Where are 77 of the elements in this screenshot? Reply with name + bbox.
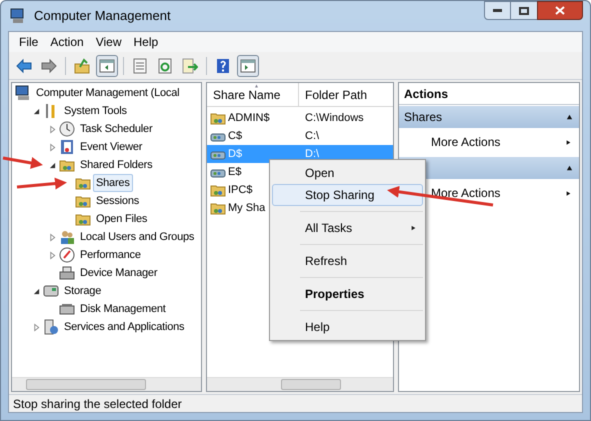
- folder-up-icon: [74, 58, 90, 74]
- pane-title: Actions: [399, 83, 579, 105]
- export-icon: [182, 58, 198, 74]
- table-cell-text: My Sha: [228, 200, 266, 216]
- column-header[interactable]: Share Name: [207, 83, 299, 106]
- services-icon: [43, 319, 59, 335]
- tree-item[interactable]: Task Scheduler: [77, 120, 156, 138]
- forward-arrow-icon: [41, 58, 57, 74]
- table-cell-text: C:\Windows: [305, 110, 364, 126]
- tree-item[interactable]: Device Manager: [77, 264, 160, 282]
- device-icon: [59, 265, 75, 281]
- collapse-icon: [565, 114, 574, 120]
- section-header[interactable]: Shares: [399, 106, 579, 128]
- menu-item[interactable]: Action: [44, 33, 90, 51]
- minimize-button[interactable]: [484, 1, 511, 20]
- tree-item[interactable]: System Tools: [61, 102, 130, 120]
- toolbar-button[interactable]: [96, 54, 118, 76]
- table-cell-text: E$: [228, 164, 242, 180]
- refresh-icon: [157, 58, 173, 74]
- menu-item[interactable]: View: [90, 33, 128, 51]
- tree-item[interactable]: Sessions: [93, 192, 142, 210]
- column-header[interactable]: Folder Path: [299, 83, 393, 106]
- back-arrow-icon: [16, 58, 32, 74]
- toolbar-button[interactable]: [237, 54, 259, 76]
- tree-item[interactable]: Local Users and Groups: [77, 228, 198, 246]
- menu-item[interactable]: Refresh: [272, 250, 423, 272]
- submenu-arrow-icon: [566, 188, 571, 198]
- tree-item[interactable]: Services and Applications: [61, 318, 188, 336]
- window-title: Computer Management: [34, 7, 171, 26]
- gauge-icon: [59, 247, 75, 263]
- maximize-icon: [519, 6, 529, 14]
- maximize-button[interactable]: [511, 1, 537, 20]
- table-cell-text: C:\: [305, 128, 320, 144]
- computer-icon: [10, 8, 26, 24]
- collapse-icon: [565, 165, 574, 171]
- menu-item[interactable]: Stop Sharing: [272, 184, 423, 206]
- help-icon: [215, 58, 231, 74]
- action-link[interactable]: More Actions: [399, 128, 579, 156]
- storage-icon: [43, 283, 59, 299]
- close-icon: [555, 6, 565, 15]
- annotation-arrow: [2, 156, 43, 169]
- menu-item[interactable]: Help: [272, 316, 423, 338]
- menu-item[interactable]: Open: [272, 162, 423, 184]
- horizontal-scrollbar[interactable]: [12, 377, 201, 391]
- table-cell-text: D:\: [305, 146, 320, 162]
- menu-item[interactable]: File: [13, 33, 44, 51]
- disk-icon: [59, 301, 75, 317]
- close-button[interactable]: [537, 1, 583, 20]
- tree-item[interactable]: Computer Management (Local: [33, 84, 182, 102]
- annotation-arrow: [16, 178, 67, 190]
- menu-item[interactable]: Properties: [272, 283, 423, 305]
- sort-icon: [253, 84, 260, 88]
- table-cell-text: IPC$: [228, 182, 252, 198]
- menu-item[interactable]: All Tasks: [272, 217, 423, 239]
- horizontal-scrollbar[interactable]: [207, 377, 393, 391]
- table-cell-text: C$: [228, 128, 242, 144]
- submenu-arrow-icon: [566, 138, 571, 146]
- minimize-icon: [493, 9, 502, 12]
- tree-item[interactable]: Performance: [77, 246, 144, 264]
- tree-item[interactable]: Shares: [93, 174, 133, 192]
- pane-toggle-icon: [240, 58, 256, 74]
- pane-toggle-icon: [99, 58, 115, 74]
- status-bar: Stop sharing the selected folder: [9, 394, 582, 412]
- tree-item[interactable]: Storage: [61, 282, 104, 300]
- log-icon: [59, 139, 75, 155]
- properties-icon: [132, 58, 148, 74]
- submenu-arrow-icon: [411, 224, 416, 232]
- tree-item[interactable]: Shared Folders: [77, 156, 156, 174]
- tree-item[interactable]: Disk Management: [77, 300, 169, 318]
- menu-item[interactable]: Help: [128, 33, 164, 51]
- computer-icon: [15, 85, 31, 101]
- clock-icon: [59, 121, 75, 137]
- users-icon: [59, 229, 75, 245]
- table-cell-text: ADMIN$: [228, 110, 270, 126]
- tree-item[interactable]: Open Files: [93, 210, 150, 228]
- table-cell-text: D$: [228, 146, 242, 162]
- tree-item[interactable]: Event Viewer: [77, 138, 146, 156]
